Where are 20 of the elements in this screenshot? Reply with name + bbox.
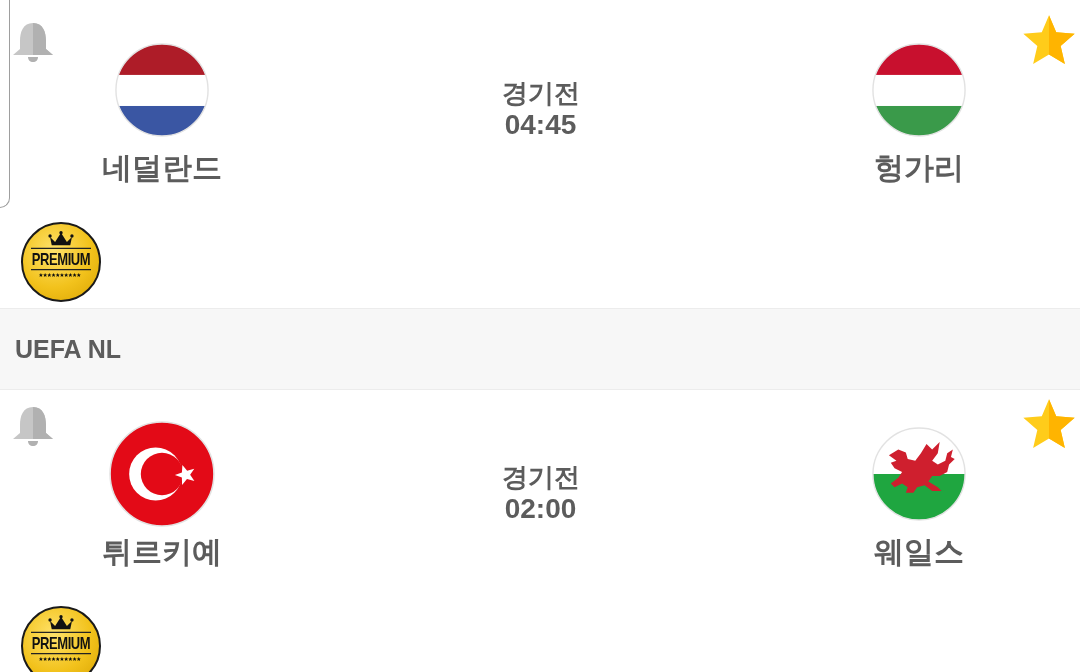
dragon-flag-icon [872,427,966,521]
star-row-icon [39,272,83,277]
premium-label: PREMIUM [30,247,92,270]
league-name: UEFA NL [15,334,122,364]
match-time: 02:00 [504,493,577,525]
crown-icon [48,230,74,247]
match-status: 경기전 [501,77,580,109]
team-name: 헝가리 [874,150,964,186]
crown-icon [48,614,74,631]
match-time: 04:45 [504,109,577,141]
premium-label: PREMIUM [30,631,92,654]
team-name: 튀르키예 [102,534,222,570]
match-status: 경기전 [501,461,580,493]
bell-icon[interactable] [11,20,55,64]
team-name: 웨일스 [874,534,964,570]
striped-flag-icon [115,43,209,137]
star-row-icon [39,656,83,661]
striped-flag-icon [872,43,966,137]
team-name: 네덜란드 [102,150,222,186]
bell-icon[interactable] [11,404,55,448]
